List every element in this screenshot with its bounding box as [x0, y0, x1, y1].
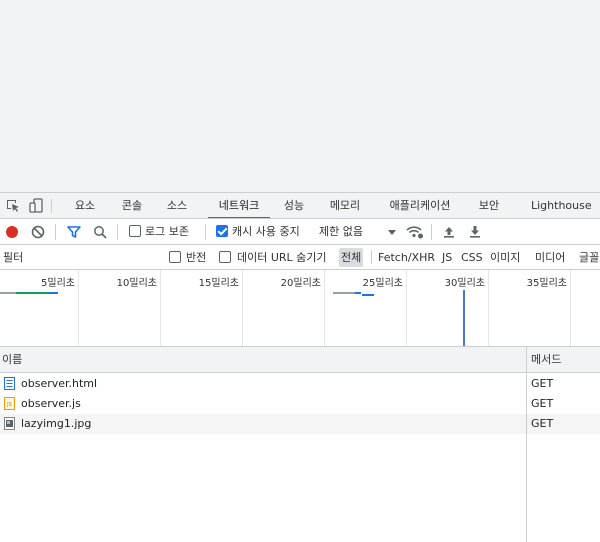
tab-sources[interactable]: 소스	[162, 193, 192, 218]
document-file-icon	[4, 377, 15, 390]
disable-cache-checkbox[interactable]	[216, 225, 228, 237]
tick-label: 25밀리초	[362, 278, 403, 289]
preserve-log-checkbox[interactable]	[129, 225, 141, 237]
toolbar-divider	[431, 224, 432, 240]
request-content-bar	[50, 292, 58, 294]
column-header-name[interactable]: 이름	[0, 347, 22, 373]
toolbar-divider	[55, 224, 56, 240]
toolbar-divider	[205, 224, 206, 240]
network-conditions-icon[interactable]	[406, 224, 423, 240]
filter-type-font[interactable]: 글꼴	[577, 248, 600, 267]
load-event-marker	[463, 290, 465, 346]
column-header-method[interactable]: 메서드	[529, 347, 561, 373]
tab-console[interactable]: 콘솔	[117, 193, 147, 218]
grid-line	[78, 270, 79, 346]
tick-label: 5밀리초	[41, 278, 75, 289]
hide-data-urls-label[interactable]: 데이터 URL 숨기기	[237, 245, 327, 270]
svg-text:JS: JS	[6, 402, 12, 408]
page-viewport	[0, 0, 600, 192]
request-method: GET	[531, 417, 554, 430]
disable-cache-label[interactable]: 캐시 사용 중지	[232, 219, 300, 245]
grid-line	[488, 270, 489, 346]
filter-type-img[interactable]: 이미지	[488, 248, 522, 267]
tab-application[interactable]: 애플리케이션	[383, 193, 457, 218]
network-overview[interactable]: 5밀리초 10밀리초 15밀리초 20밀리초 25밀리초 30밀리초 35밀리초	[0, 270, 600, 347]
request-name[interactable]: lazyimg1.jpg	[21, 414, 91, 434]
image-file-icon	[4, 417, 15, 430]
request-content-bar	[355, 292, 361, 294]
filter-type-all[interactable]: 전체	[339, 248, 364, 267]
chevron-down-icon[interactable]	[384, 224, 400, 240]
table-header: 이름 메서드	[0, 347, 600, 373]
requests-table: 이름 메서드 observer.html GET JS observer.js …	[0, 347, 600, 542]
tick-label: 10밀리초	[116, 278, 157, 289]
filter-type-js[interactable]: JS	[440, 248, 454, 267]
filter-type-fetch-xhr[interactable]: Fetch/XHR	[376, 248, 437, 267]
tab-lighthouse[interactable]: Lighthouse	[529, 193, 593, 218]
tab-elements[interactable]: 요소	[70, 193, 100, 218]
invert-label[interactable]: 반전	[186, 245, 206, 270]
column-divider[interactable]	[526, 347, 527, 542]
request-receiving-bar	[16, 292, 50, 294]
table-row[interactable]: observer.html GET	[0, 374, 600, 394]
throttling-select[interactable]: 제한 없음	[319, 219, 363, 245]
grid-line	[324, 270, 325, 346]
devtools-tabbar: 요소 콘솔 소스 네트워크 성능 메모리 애플리케이션 보안 Lighthous…	[0, 193, 600, 219]
preserve-log-label[interactable]: 로그 보존	[145, 219, 189, 245]
search-icon[interactable]	[92, 224, 108, 240]
tabbar-divider	[51, 199, 52, 213]
grid-line	[406, 270, 407, 346]
filter-icon[interactable]	[66, 224, 82, 240]
request-content-bar	[362, 294, 374, 296]
filterbar-divider	[371, 250, 372, 264]
tab-performance[interactable]: 성능	[279, 193, 309, 218]
grid-line	[160, 270, 161, 346]
tab-network[interactable]: 네트워크	[208, 193, 270, 218]
tab-memory[interactable]: 메모리	[324, 193, 366, 218]
clear-icon[interactable]	[30, 224, 46, 240]
devtools-panel: 요소 콘솔 소스 네트워크 성능 메모리 애플리케이션 보안 Lighthous…	[0, 192, 600, 542]
network-filterbar: 반전 데이터 URL 숨기기 전체 Fetch/XHR JS CSS 이미지 미…	[0, 245, 600, 270]
import-har-icon[interactable]	[441, 224, 457, 240]
table-row[interactable]: lazyimg1.jpg GET	[0, 414, 600, 434]
script-file-icon: JS	[4, 397, 15, 410]
inspect-element-icon[interactable]	[5, 198, 21, 214]
tab-security[interactable]: 보안	[474, 193, 504, 218]
request-method: GET	[531, 397, 554, 410]
table-row[interactable]: JS observer.js GET	[0, 394, 600, 414]
filter-type-css[interactable]: CSS	[459, 248, 485, 267]
request-name[interactable]: observer.js	[21, 394, 81, 414]
filter-type-media[interactable]: 미디어	[533, 248, 567, 267]
tick-label: 20밀리초	[280, 278, 321, 289]
tick-label: 15밀리초	[198, 278, 239, 289]
export-har-icon[interactable]	[467, 224, 483, 240]
invert-checkbox[interactable]	[169, 251, 181, 263]
device-toolbar-icon[interactable]	[28, 198, 44, 214]
request-waiting-bar	[333, 292, 355, 294]
record-button[interactable]	[4, 224, 20, 240]
hide-data-urls-checkbox[interactable]	[219, 251, 231, 263]
grid-line	[570, 270, 571, 346]
tick-label: 35밀리초	[526, 278, 567, 289]
request-waiting-bar	[0, 292, 16, 294]
request-name[interactable]: observer.html	[21, 374, 97, 394]
filter-input[interactable]	[0, 248, 158, 267]
request-method: GET	[531, 377, 554, 390]
grid-line	[242, 270, 243, 346]
network-toolbar: 로그 보존 캐시 사용 중지 제한 없음	[0, 219, 600, 245]
toolbar-divider	[117, 224, 118, 240]
tick-label: 30밀리초	[444, 278, 485, 289]
